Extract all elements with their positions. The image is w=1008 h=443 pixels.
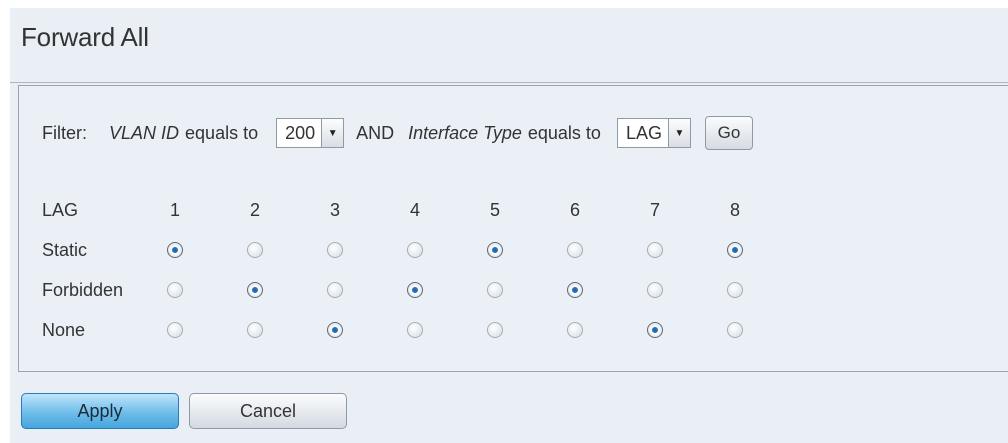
radio-cell (635, 230, 675, 270)
row-label: Static (42, 240, 88, 260)
column-header-5: 5 (489, 199, 500, 220)
column-header-7: 7 (649, 199, 660, 220)
radio-forbidden-lag-8[interactable] (727, 282, 743, 298)
radio-static-lag-7[interactable] (647, 242, 663, 258)
vlan-id-select[interactable]: 200 ▼ (276, 118, 345, 148)
radio-cell (555, 230, 595, 270)
radio-cell (315, 310, 355, 350)
radio-cell (715, 310, 755, 350)
filter-label: Filter: (42, 122, 87, 143)
radio-forbidden-lag-1[interactable] (167, 282, 183, 298)
radio-cell (155, 230, 195, 270)
vlan-id-value: 200 (285, 122, 316, 143)
radio-cell (315, 270, 355, 310)
chevron-down-icon[interactable]: ▼ (667, 119, 690, 147)
radio-none-lag-2[interactable] (247, 322, 263, 338)
column-header-4: 4 (409, 199, 420, 220)
radio-static-lag-4[interactable] (407, 242, 423, 258)
radio-cell (715, 270, 755, 310)
column-header-8: 8 (729, 199, 740, 220)
cancel-button[interactable]: Cancel (189, 393, 347, 429)
radio-cell (235, 230, 275, 270)
radio-none-lag-7[interactable] (647, 322, 663, 338)
apply-button[interactable]: Apply (21, 393, 179, 429)
radio-cell (155, 270, 195, 310)
radio-static-lag-8[interactable] (727, 242, 743, 258)
interface-type-field-label: Interface Type (408, 122, 522, 143)
radio-none-lag-3[interactable] (327, 322, 343, 338)
and-label: AND (356, 122, 395, 143)
radio-none-lag-8[interactable] (727, 322, 743, 338)
column-header-6: 6 (569, 199, 580, 220)
radio-static-lag-5[interactable] (487, 242, 503, 258)
row-label: Forbidden (42, 280, 124, 300)
radio-cell (155, 310, 195, 350)
radio-forbidden-lag-2[interactable] (247, 282, 263, 298)
page-title: Forward All (21, 22, 149, 52)
radio-forbidden-lag-5[interactable] (487, 282, 503, 298)
chevron-down-icon[interactable]: ▼ (321, 119, 344, 147)
interface-type-select[interactable]: LAG ▼ (616, 118, 691, 148)
vlan-id-field-label: VLAN ID (109, 122, 180, 143)
interface-type-value: LAG (625, 122, 662, 143)
radio-cell (395, 230, 435, 270)
title-divider (10, 82, 1008, 83)
radio-cell (475, 230, 515, 270)
radio-cell (635, 310, 675, 350)
radio-static-lag-6[interactable] (567, 242, 583, 258)
radio-cell (475, 270, 515, 310)
radio-none-lag-6[interactable] (567, 322, 583, 338)
radio-cell (235, 310, 275, 350)
radio-none-lag-1[interactable] (167, 322, 183, 338)
go-button[interactable]: Go (704, 116, 753, 150)
radio-cell (395, 310, 435, 350)
column-header-1: 1 (169, 199, 180, 220)
radio-static-lag-3[interactable] (327, 242, 343, 258)
radio-none-lag-5[interactable] (487, 322, 503, 338)
radio-forbidden-lag-6[interactable] (567, 282, 583, 298)
radio-forbidden-lag-7[interactable] (647, 282, 663, 298)
radio-cell (315, 230, 355, 270)
type-equals-label: equals to (527, 122, 601, 143)
filter-row: Filter: VLAN ID equals to 200 ▼ AND Inte… (42, 116, 753, 150)
radio-forbidden-lag-4[interactable] (407, 282, 423, 298)
radio-cell (555, 270, 595, 310)
vlan-equals-label: equals to (185, 122, 259, 143)
radio-cell (555, 310, 595, 350)
row-label: None (42, 320, 86, 340)
column-header-3: 3 (329, 199, 340, 220)
radio-static-lag-1[interactable] (167, 242, 183, 258)
column-header-2: 2 (249, 199, 260, 220)
radio-cell (715, 230, 755, 270)
radio-cell (395, 270, 435, 310)
radio-cell (475, 310, 515, 350)
column-header-lag: LAG (42, 200, 79, 220)
radio-none-lag-4[interactable] (407, 322, 423, 338)
radio-forbidden-lag-3[interactable] (327, 282, 343, 298)
radio-cell (235, 270, 275, 310)
radio-static-lag-2[interactable] (247, 242, 263, 258)
radio-cell (635, 270, 675, 310)
